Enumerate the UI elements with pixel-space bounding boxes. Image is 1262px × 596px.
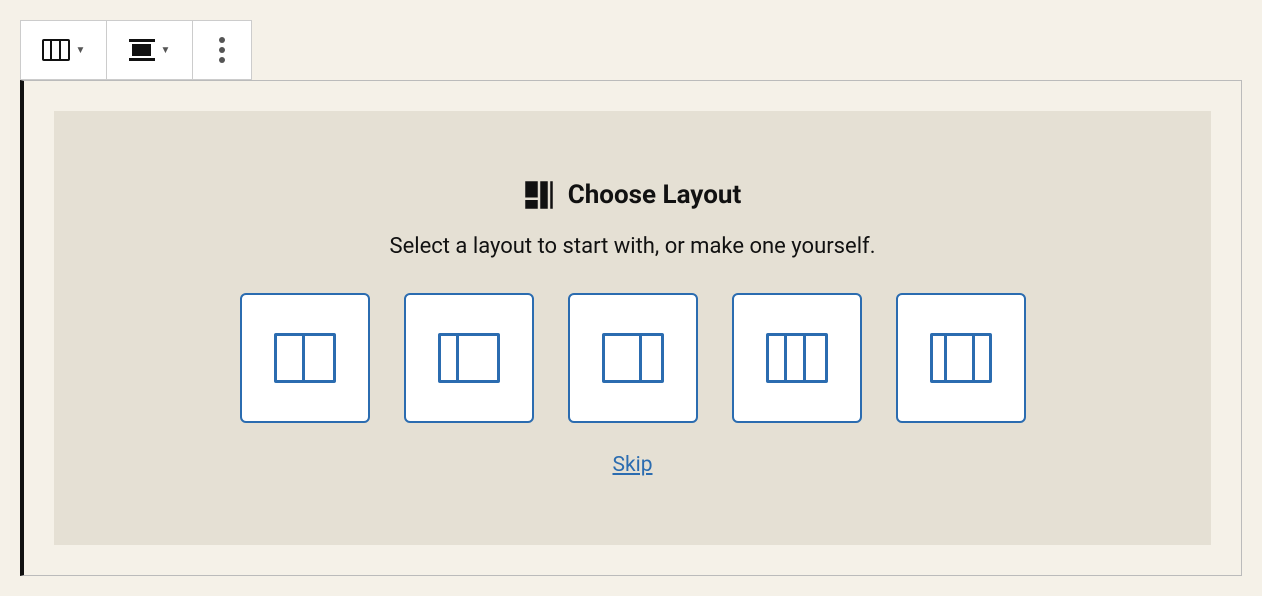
more-options-button[interactable] [193, 21, 251, 79]
placeholder-header: Choose Layout [524, 180, 742, 210]
layout-placeholder: Choose Layout Select a layout to start w… [54, 111, 1211, 545]
block-toolbar: ▼ ▼ [20, 20, 252, 80]
columns-icon [42, 39, 70, 61]
layout-options [240, 293, 1026, 423]
layout-option-33-33-33[interactable] [732, 293, 862, 423]
placeholder-title: Choose Layout [568, 180, 742, 210]
block-editor-panel: Choose Layout Select a layout to start w… [20, 80, 1242, 576]
more-vertical-icon [219, 37, 225, 63]
layout-preview-icon [274, 333, 336, 383]
align-icon [129, 39, 155, 61]
columns-block-button[interactable]: ▼ [21, 21, 107, 79]
layout-option-33-66[interactable] [404, 293, 534, 423]
placeholder-description: Select a layout to start with, or make o… [390, 234, 876, 259]
layout-option-66-33[interactable] [568, 293, 698, 423]
layout-preview-icon [602, 333, 664, 383]
layout-preview-icon [930, 333, 992, 383]
chevron-down-icon: ▼ [161, 45, 171, 56]
layout-preview-icon [438, 333, 500, 383]
chevron-down-icon: ▼ [76, 45, 86, 56]
skip-link[interactable]: Skip [612, 453, 652, 477]
alignment-button[interactable]: ▼ [107, 21, 193, 79]
layout-preview-icon [766, 333, 828, 383]
layout-option-50-50[interactable] [240, 293, 370, 423]
layout-icon [524, 180, 554, 210]
layout-option-25-50-25[interactable] [896, 293, 1026, 423]
